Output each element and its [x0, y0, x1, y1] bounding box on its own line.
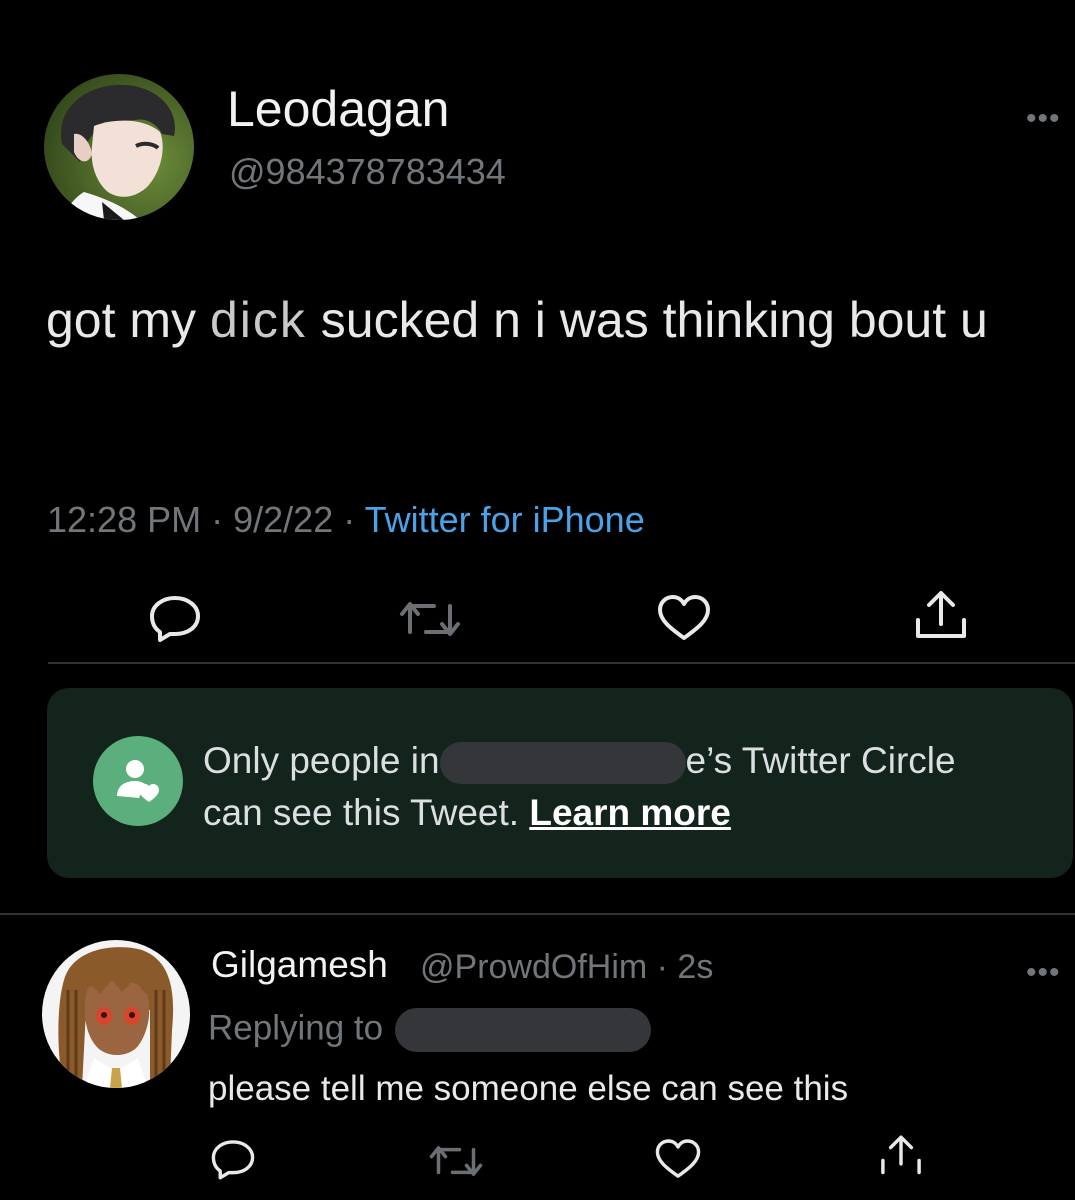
tweet-screenshot: Leodagan @984378783434 ••• got my dick s… — [0, 0, 1075, 1200]
circle-people-icon — [93, 736, 183, 826]
reply-text: please tell me someone else can see this — [208, 1069, 849, 1108]
author-name[interactable]: Leodagan — [227, 84, 449, 134]
circle-text-after: e’s Twitter Circle — [685, 740, 956, 781]
learn-more-link[interactable]: Learn more — [529, 792, 731, 833]
meta-separator: · — [211, 499, 224, 540]
more-icon[interactable]: ••• — [1026, 958, 1061, 988]
meta-separator: · — [343, 499, 356, 540]
like-icon[interactable] — [656, 594, 712, 642]
redacted-handle — [394, 1008, 651, 1052]
redacted-name — [439, 742, 686, 785]
reply-author-name[interactable]: Gilgamesh — [211, 946, 388, 983]
reply-icon[interactable] — [210, 1138, 256, 1180]
circle-text-line2: can see this Tweet. — [203, 792, 520, 833]
tweet-text-part1: got my — [46, 292, 210, 348]
author-avatar[interactable] — [44, 74, 194, 220]
tweet-source-link[interactable]: Twitter for iPhone — [365, 499, 645, 540]
divider — [0, 913, 1075, 915]
like-icon[interactable] — [654, 1138, 702, 1180]
replying-to-label: Replying to — [208, 1008, 384, 1048]
divider — [48, 662, 1075, 664]
replying-to: Replying to — [208, 1008, 651, 1052]
tweet-date[interactable]: 9/2/22 — [233, 499, 333, 540]
tweet-meta: 12:28 PM · 9/2/22 · Twitter for iPhone — [47, 502, 645, 538]
tweet-text-censored: dick — [209, 292, 307, 348]
circle-notice-text: Only people in e’s Twitter Circle can see… — [203, 735, 1023, 839]
more-icon[interactable]: ••• — [1026, 104, 1061, 134]
share-icon[interactable] — [912, 590, 970, 642]
tweet-text: got my dick sucked n i was thinking bout… — [46, 282, 1006, 358]
tweet-time[interactable]: 12:28 PM — [47, 499, 201, 540]
author-handle[interactable]: @984378783434 — [229, 154, 506, 190]
retweet-icon[interactable] — [428, 1142, 484, 1180]
tweet-text-part2: sucked n i was thinking bout u — [306, 292, 988, 348]
reply-author-avatar[interactable] — [42, 940, 190, 1088]
retweet-icon[interactable] — [398, 598, 462, 640]
reply-icon[interactable] — [148, 594, 202, 642]
share-icon[interactable] — [876, 1134, 926, 1180]
reply-author-handle-time[interactable]: @ProwdOfHim · 2s — [420, 950, 713, 984]
circle-text-before: Only people in — [203, 740, 440, 781]
